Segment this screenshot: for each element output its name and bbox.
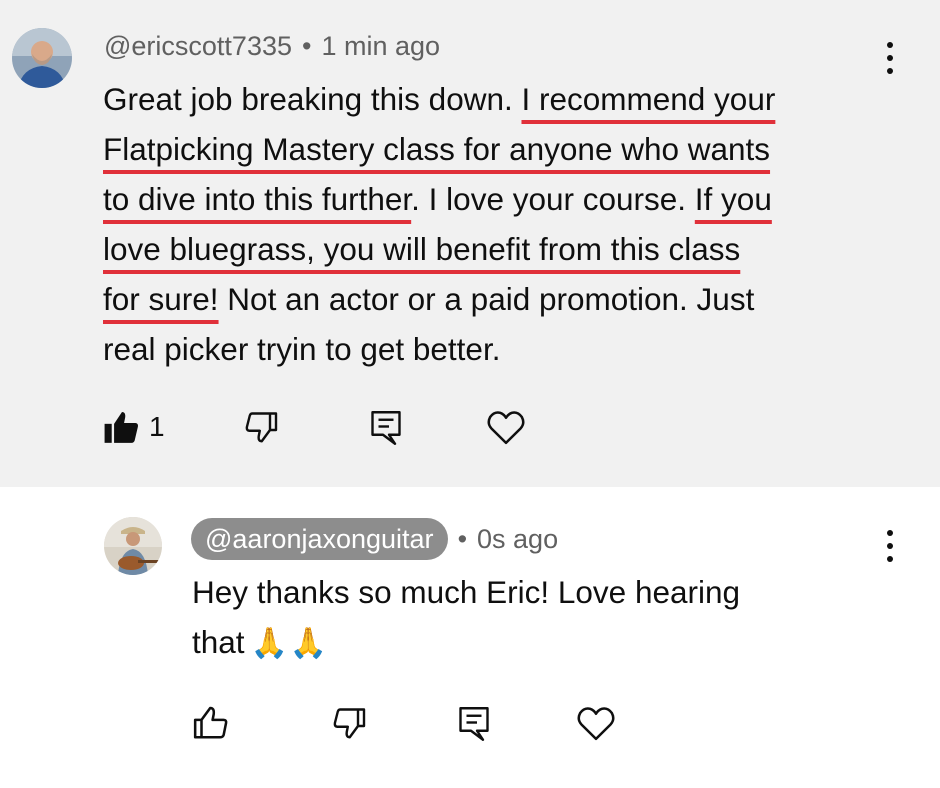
separator-dot: • bbox=[457, 524, 468, 554]
heart-button[interactable] bbox=[576, 704, 616, 742]
thumbs-up-filled-icon bbox=[104, 411, 138, 443]
like-count: 1 bbox=[149, 411, 165, 442]
reply-line: Hey thanks so much Eric! Love hearing bbox=[192, 574, 741, 610]
comment-thread-item: @ericscott7335 • 1 min ago Great job break… bbox=[0, 0, 940, 487]
comment-icon bbox=[371, 411, 401, 445]
reply-line: that 🙏🙏 bbox=[192, 624, 330, 660]
more-vertical-icon[interactable] bbox=[885, 530, 895, 566]
comment-text: Great job breaking this down. I recommen… bbox=[103, 74, 775, 374]
more-vertical-icon[interactable] bbox=[885, 42, 895, 78]
heart-icon bbox=[487, 411, 525, 445]
comment-meta: @ericscott7335 • 1 min ago bbox=[104, 31, 440, 62]
dislike-button[interactable] bbox=[331, 705, 367, 741]
comment-line: Flatpicking Mastery class for anyone who… bbox=[103, 131, 771, 167]
reply-button[interactable] bbox=[456, 705, 492, 743]
thumbs-down-icon bbox=[245, 412, 278, 443]
heart-icon bbox=[577, 707, 615, 741]
separator-dot: • bbox=[302, 31, 312, 61]
comment-line: Great job breaking this down. I recommen… bbox=[103, 81, 776, 117]
dislike-button[interactable] bbox=[243, 409, 279, 445]
comment-line: to dive into this further. I love your c… bbox=[103, 181, 772, 217]
comment-line: real picker tryin to get better. bbox=[103, 331, 501, 367]
reply-button[interactable] bbox=[368, 409, 404, 447]
thumbs-down-icon bbox=[333, 708, 366, 739]
avatar-aaronjaxonguitar[interactable] bbox=[104, 517, 162, 575]
comment-timestamp: 1 min ago bbox=[321, 31, 441, 61]
comment-line: love bluegrass, you will benefit from th… bbox=[103, 231, 741, 267]
like-button[interactable] bbox=[192, 704, 230, 742]
like-button[interactable]: 1 bbox=[103, 408, 165, 446]
comment-author-handle[interactable]: @ericscott7335 bbox=[104, 31, 292, 61]
avatar-ericscott[interactable] bbox=[12, 28, 72, 88]
pray-emoji: 🙏🙏 bbox=[250, 627, 330, 660]
thumbs-up-icon bbox=[193, 706, 228, 739]
reply-meta: @aaronjaxonguitar • 0s ago bbox=[191, 518, 558, 560]
heart-button[interactable] bbox=[486, 408, 526, 446]
avatar-image bbox=[104, 517, 162, 575]
reply-author-handle[interactable]: @aaronjaxonguitar bbox=[191, 518, 448, 560]
avatar-image bbox=[12, 28, 72, 88]
reply-thread-item: @aaronjaxonguitar • 0s ago Hey thanks so m… bbox=[0, 487, 940, 788]
reply-text: Hey thanks so much Eric! Love hearing th… bbox=[192, 567, 740, 669]
comment-icon bbox=[459, 707, 489, 741]
reply-timestamp: 0s ago bbox=[477, 524, 559, 554]
comment-line: for sure! Not an actor or a paid promoti… bbox=[103, 281, 755, 317]
